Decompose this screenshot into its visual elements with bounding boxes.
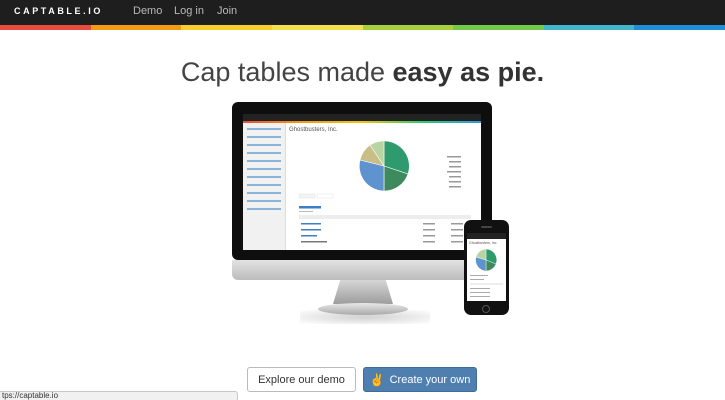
monitor-base xyxy=(318,303,408,315)
stripe-segment xyxy=(90,25,182,30)
browser-status-bar: tps://captable.io xyxy=(0,391,238,400)
phone-content xyxy=(470,248,503,297)
stripe-segment xyxy=(453,25,544,30)
nav-demo-link[interactable]: Demo xyxy=(133,5,162,17)
top-navbar: CAPTABLE.IO Demo Log in Join xyxy=(0,0,725,25)
monitor-screen: Ghostbusters, Inc. xyxy=(243,114,481,250)
color-stripe xyxy=(0,25,725,30)
phone-pie-chart xyxy=(475,248,497,272)
peace-hand-icon: ✌ xyxy=(369,372,385,387)
phone-home-button xyxy=(482,305,490,313)
brand-logo[interactable]: CAPTABLE.IO xyxy=(14,6,103,16)
stripe-segment xyxy=(634,25,725,30)
headline-emphasis: easy as pie. xyxy=(392,57,545,87)
stripe-segment xyxy=(0,25,91,30)
screen-legend xyxy=(447,156,461,188)
screen-content xyxy=(298,140,471,243)
page-headline: Cap tables made easy as pie. xyxy=(0,57,725,88)
phone-speaker xyxy=(481,226,492,228)
nav-join-link[interactable]: Join xyxy=(217,5,237,17)
headline-text: Cap tables made xyxy=(180,57,393,87)
monitor-chin xyxy=(232,260,492,280)
explore-demo-button[interactable]: Explore our demo xyxy=(247,367,356,392)
stripe-segment xyxy=(181,25,272,30)
nav-login-link[interactable]: Log in xyxy=(174,5,204,17)
stripe-segment xyxy=(271,25,363,30)
stripe-segment xyxy=(543,25,635,30)
stripe-segment xyxy=(362,25,454,30)
monitor-stand xyxy=(333,280,393,304)
create-your-own-label: Create your own xyxy=(389,373,471,386)
phone-illustration: Ghostbusters, Inc. xyxy=(464,220,509,315)
create-your-own-button[interactable]: ✌ Create your own xyxy=(363,367,477,392)
monitor-illustration: Ghostbusters, Inc. xyxy=(232,102,492,260)
screen-pie-chart xyxy=(359,140,410,192)
phone-screen: Ghostbusters, Inc. xyxy=(467,233,506,301)
